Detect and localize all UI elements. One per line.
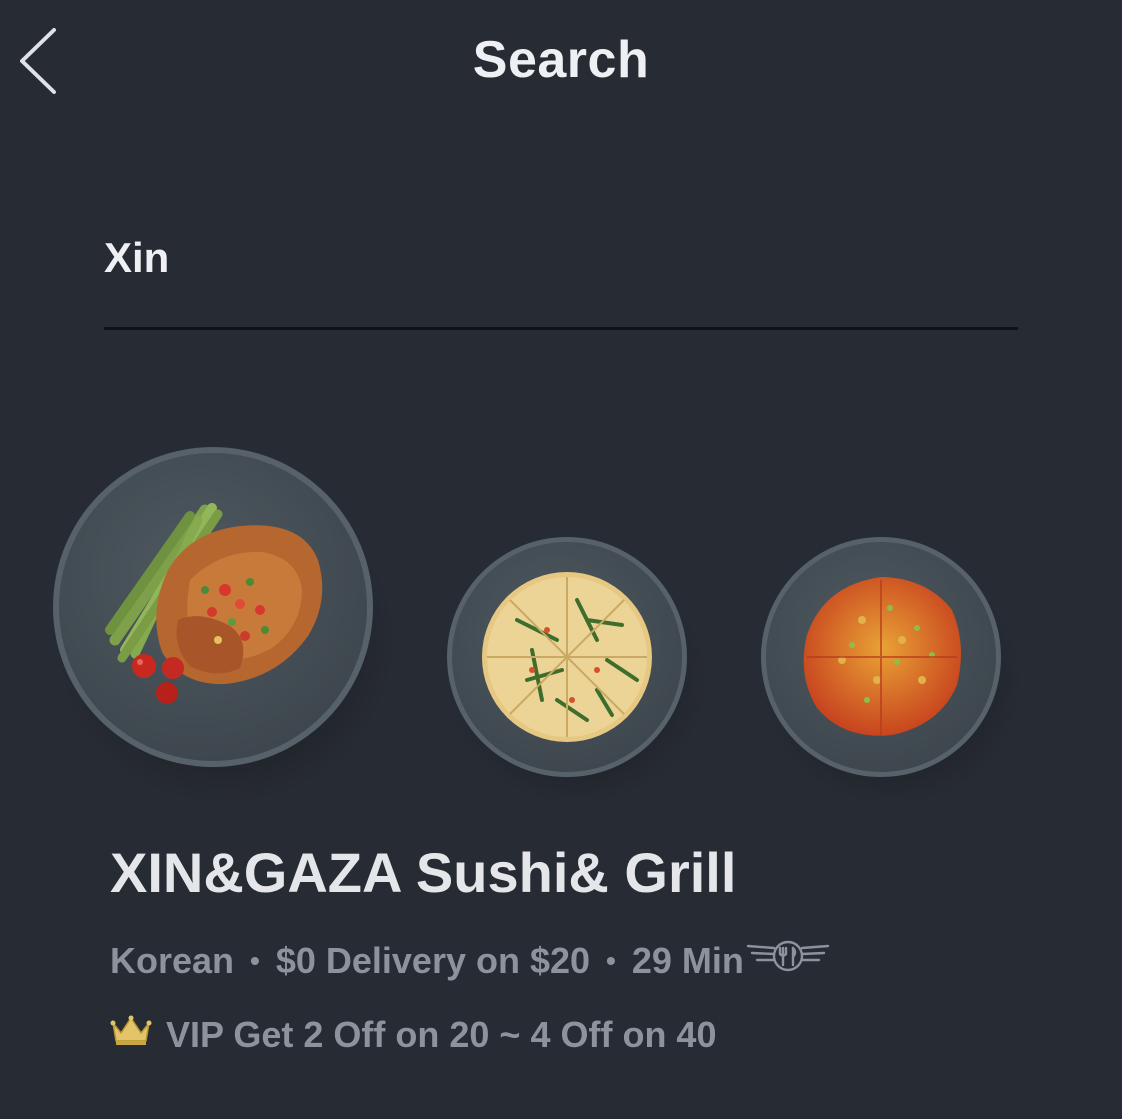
separator-dot: •	[250, 945, 260, 976]
search-screen: Search Xin XIN&GAZA Sushi& Grill Korean …	[0, 0, 1122, 1119]
crown-icon	[110, 1014, 152, 1056]
dish-image-scallion-pancake[interactable]	[437, 530, 707, 810]
separator-dot: •	[606, 945, 616, 976]
search-underline	[104, 327, 1018, 330]
restaurant-meta: Korean • $0 Delivery on $20 • 29 Min	[110, 938, 830, 984]
dish-image-kimchi-pancake[interactable]	[752, 530, 1022, 810]
page-title: Search	[472, 31, 650, 89]
promo-text: VIP Get 2 Off on 20 ~ 4 Off on 40	[166, 1014, 717, 1055]
delivery-label: $0 Delivery on $20	[275, 940, 591, 981]
delivery-time: 29 Min	[631, 940, 744, 981]
restaurant-name[interactable]: XIN&GAZA Sushi& Grill	[110, 840, 736, 905]
vip-promo: VIP Get 2 Off on 20 ~ 4 Off on 40	[110, 1012, 716, 1058]
dish-image-grilled-chicken[interactable]	[40, 440, 395, 810]
winged-cutlery-icon	[746, 938, 830, 985]
cuisine-label: Korean	[110, 940, 235, 981]
search-input[interactable]	[104, 226, 1018, 290]
